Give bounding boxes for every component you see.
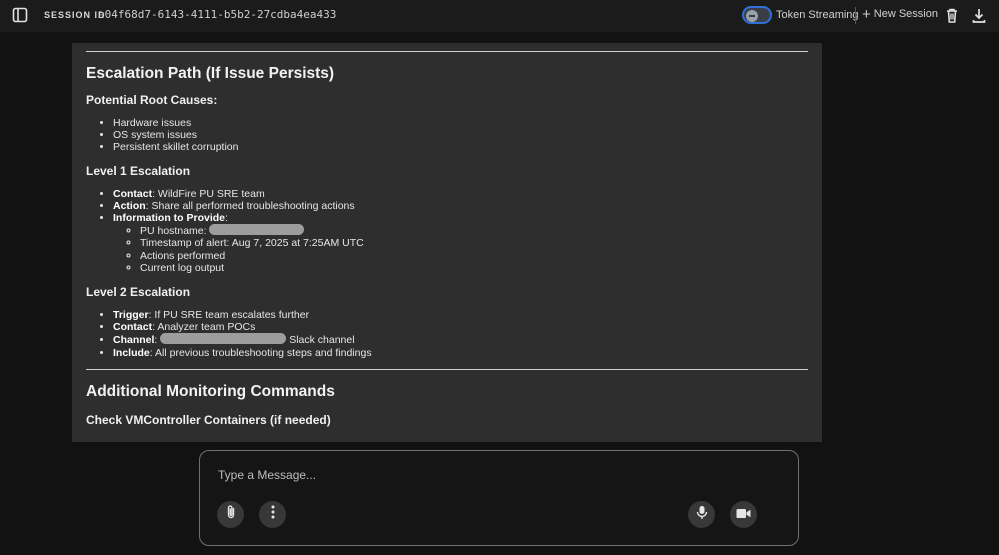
root-causes-heading: Potential Root Causes: [86, 93, 218, 107]
microphone-button[interactable] [688, 501, 715, 528]
monitoring-heading: Additional Monitoring Commands [86, 382, 335, 400]
redacted-channel [160, 333, 287, 345]
root-causes-list: Hardware issues OS system issues Persist… [86, 117, 808, 154]
vmcontroller-heading: Check VMController Containers (if needed… [86, 412, 331, 427]
new-session-button[interactable]: + New Session [862, 5, 938, 23]
list-item: PU hostname: [140, 224, 808, 237]
list-item: Persistent skillet corruption [113, 141, 808, 153]
level2-list: Trigger: If PU SRE team escalates furthe… [86, 309, 808, 359]
token-streaming-label: Token Streaming [776, 9, 859, 21]
hostname-label: PU hostname: [140, 225, 210, 238]
list-item: Channel: Slack channel [113, 333, 808, 346]
level1-list: Contact: WildFire PU SRE team Action: Sh… [86, 188, 808, 274]
sidebar-toggle-icon[interactable] [12, 7, 28, 23]
divider [86, 51, 808, 52]
level1-heading: Level 1 Escalation [86, 163, 191, 178]
video-button[interactable] [730, 501, 757, 528]
trigger-label: Trigger [113, 309, 149, 322]
info-sublist: PU hostname: Timestamp of alert: Aug 7, … [113, 224, 808, 274]
contact-label: Contact [113, 187, 153, 200]
list-item: Action: Share all performed troubleshoot… [113, 200, 808, 212]
attach-button[interactable] [217, 501, 244, 528]
contact-label: Contact [113, 321, 153, 334]
paperclip-icon [224, 504, 238, 525]
session-id-value: e04f68d7-6143-4111-b5b2-27cdba4ea433 [98, 8, 337, 21]
include-value: : All previous troubleshooting steps and… [149, 346, 372, 359]
list-item: Timestamp of alert: Aug 7, 2025 at 7:25A… [140, 237, 808, 249]
message-input[interactable] [218, 468, 778, 482]
message-content-panel: Escalation Path (If Issue Persists) Pote… [72, 43, 822, 442]
list-item: OS system issues [113, 129, 808, 141]
contact-value: : WildFire PU SRE team [152, 187, 265, 200]
info-suffix: : [225, 212, 228, 225]
trash-icon[interactable] [944, 7, 960, 24]
list-item: Trigger: If PU SRE team escalates furthe… [113, 309, 808, 321]
list-item: Actions performed [140, 250, 808, 262]
session-id-label: SESSION ID [44, 10, 106, 20]
list-item: Include: All previous troubleshooting st… [113, 347, 808, 359]
list-item: Hardware issues [113, 117, 808, 129]
redacted-hostname [209, 224, 305, 236]
list-item: Current log output [140, 262, 808, 274]
level2-heading: Level 2 Escalation [86, 285, 191, 300]
action-label: Action [113, 199, 146, 212]
divider [86, 368, 808, 370]
plus-icon: + [862, 5, 871, 23]
download-icon[interactable] [971, 7, 987, 24]
new-session-label: New Session [873, 8, 938, 20]
token-streaming-toggle[interactable] [742, 6, 772, 24]
top-bar: SESSION ID e04f68d7-6143-4111-b5b2-27cdb… [0, 0, 999, 32]
list-item: Contact: WildFire PU SRE team [113, 188, 808, 200]
microphone-icon [696, 505, 708, 525]
more-options-button[interactable] [259, 501, 286, 528]
toggle-knob [746, 10, 758, 22]
channel-label: Channel [113, 334, 155, 347]
escalation-path-heading: Escalation Path (If Issue Persists) [86, 65, 335, 82]
list-item: Information to Provide: PU hostname: Tim… [113, 212, 808, 274]
info-label: Information to Provide [113, 212, 226, 225]
trigger-value: : If PU SRE team escalates further [148, 309, 310, 322]
channel-value: Slack channel [289, 334, 355, 347]
contact-value: : Analyzer team POCs [152, 321, 256, 334]
message-composer [199, 450, 799, 546]
include-label: Include [113, 346, 150, 359]
video-camera-icon [736, 506, 751, 524]
header-divider [855, 7, 856, 24]
action-value: : Share all performed troubleshooting ac… [145, 199, 355, 212]
more-vertical-icon [271, 505, 275, 524]
list-item: Contact: Analyzer team POCs [113, 321, 808, 333]
